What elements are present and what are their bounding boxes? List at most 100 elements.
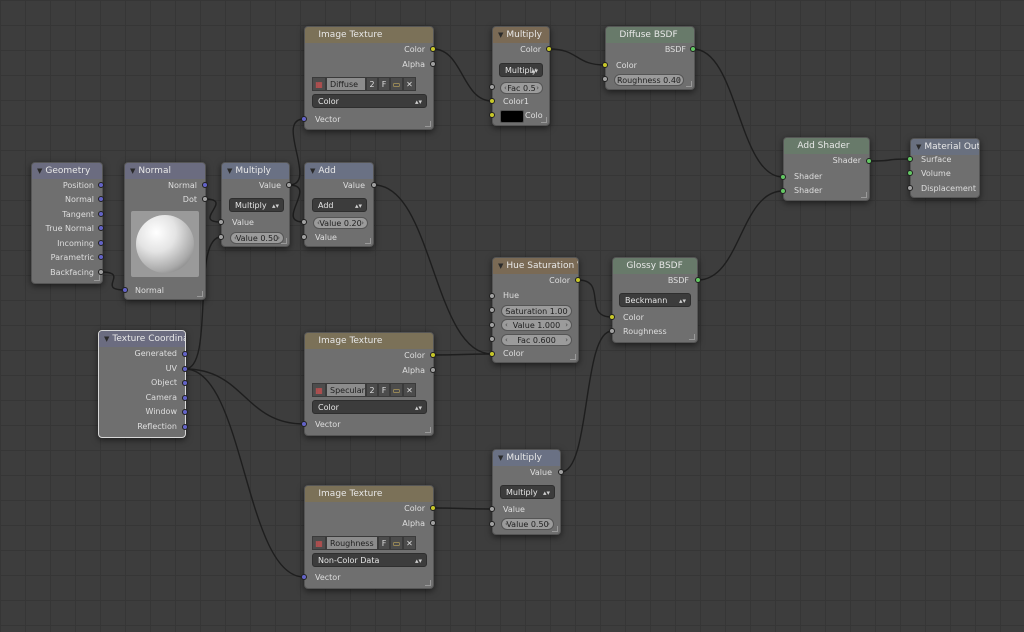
collapse-triangle-icon[interactable]: ▼ <box>310 167 315 175</box>
socket-imgs-vector[interactable] <box>301 421 307 427</box>
blend-mode-dropdown[interactable]: Multiply ▴▾ <box>499 63 543 77</box>
socket-mul1-out[interactable] <box>286 182 292 188</box>
image-users-count[interactable]: 2 <box>366 383 378 397</box>
link-add-out-to-hsv-color[interactable] <box>373 184 493 355</box>
distribution-dropdown[interactable]: Beckmann ▴▾ <box>619 293 691 307</box>
socket-mul2-out[interactable] <box>558 469 564 475</box>
node-header[interactable]: ▼Image Texture <box>305 486 433 502</box>
link-imgd-color-to-mix-color1[interactable] <box>432 48 493 102</box>
link-tc-uv-to-imgr-vector[interactable] <box>184 368 305 578</box>
link-diff-out-to-as-in1[interactable] <box>692 48 784 178</box>
image-users-count[interactable]: 2 <box>366 77 378 91</box>
roughness-field[interactable]: ‹ Roughness 0.40 › <box>614 74 684 86</box>
socket-mix-fac[interactable] <box>489 84 495 90</box>
link-gl-out-to-as-in2[interactable] <box>697 190 784 281</box>
socket-normal-out-normal[interactable] <box>202 182 208 188</box>
collapse-triangle-icon[interactable]: ▼ <box>611 31 616 39</box>
node-header[interactable]: ▼ Multiply <box>222 163 289 179</box>
decrement-arrow-icon[interactable]: ‹ <box>618 74 621 86</box>
resize-grip[interactable] <box>94 275 100 281</box>
collapse-triangle-icon[interactable]: ▼ <box>498 31 503 39</box>
node-hue-saturation-value[interactable]: ▼Hue Saturation Valu Color Hue ‹Saturati… <box>492 257 579 363</box>
folder-open-icon[interactable]: ▭ <box>390 536 403 550</box>
node-math-multiply[interactable]: ▼ Multiply Value Multiply ▴▾ Value ‹ Value … <box>221 162 290 247</box>
node-header[interactable]: ▼Material Outpu <box>911 139 979 155</box>
node-mix-multiply[interactable]: ▼ Multiply Color Multiply ▴▾ ‹ Fac 0.5 › Col… <box>492 26 550 126</box>
decrement-arrow-icon[interactable]: ‹ <box>505 518 508 530</box>
socket-tc-reflection[interactable] <box>182 424 188 430</box>
node-image-texture-roughness[interactable]: ▼Image Texture Color Alpha ▦ Roughness F… <box>304 485 434 589</box>
socket-hsv-val[interactable] <box>489 322 495 328</box>
socket-imgd-color[interactable] <box>430 46 436 52</box>
socket-imgd-alpha[interactable] <box>430 61 436 67</box>
node-header[interactable]: ▼Image Texture <box>305 27 433 43</box>
socket-imgr-color[interactable] <box>430 505 436 511</box>
socket-normal-in-normal[interactable] <box>122 287 128 293</box>
node-image-texture-diffuse[interactable]: ▼Image Texture Color Alpha ▦ Diffuse 2 F… <box>304 26 434 130</box>
socket-tc-camera[interactable] <box>182 395 188 401</box>
node-header[interactable]: ▼Texture Coordinate <box>99 331 185 347</box>
node-header[interactable]: ▼ Multiply <box>493 27 549 43</box>
fake-user-button[interactable]: F <box>378 536 390 550</box>
node-math-multiply-2[interactable]: ▼ Multiply Value Multiply ▴▾ Value ‹ Value … <box>492 449 561 535</box>
node-material-output[interactable]: ▼Material Outpu Surface Volume Displacem… <box>910 138 980 198</box>
collapse-triangle-icon[interactable]: ▼ <box>916 143 921 151</box>
socket-diff-out[interactable] <box>690 46 696 52</box>
collapse-triangle-icon[interactable]: ▼ <box>130 167 135 175</box>
socket-tc-object[interactable] <box>182 380 188 386</box>
node-header[interactable]: ▼Image Texture <box>305 333 433 349</box>
resize-grip[interactable] <box>570 354 576 360</box>
node-header[interactable]: ▼ Geometry <box>32 163 102 179</box>
resize-grip[interactable] <box>197 291 203 297</box>
collapse-triangle-icon[interactable]: ▼ <box>618 262 623 270</box>
node-header[interactable]: ▼ Add <box>305 163 373 179</box>
image-name-field[interactable]: Specular <box>326 383 366 397</box>
link-as-out-to-out-surface[interactable] <box>868 158 911 162</box>
resize-grip[interactable] <box>425 580 431 586</box>
saturation-field[interactable]: ‹ Saturation 1.00 › <box>501 305 572 317</box>
socket-geom-normal[interactable] <box>98 196 104 202</box>
sphere-ball[interactable] <box>136 215 194 273</box>
fake-user-button[interactable]: F <box>378 383 390 397</box>
resize-grip[interactable] <box>541 117 547 123</box>
node-header[interactable]: ▼ Normal <box>125 163 205 179</box>
link-mul1-out-to-imgd-vector[interactable] <box>288 118 305 186</box>
decrement-arrow-icon[interactable]: ‹ <box>505 305 508 317</box>
fac-field[interactable]: ‹ Fac 0.600 › <box>501 334 572 346</box>
socket-imgr-vector[interactable] <box>301 574 307 580</box>
decrement-arrow-icon[interactable]: ‹ <box>505 334 508 346</box>
resize-grip[interactable] <box>425 121 431 127</box>
node-header[interactable]: ▼Hue Saturation Valu <box>493 258 578 274</box>
collapse-triangle-icon[interactable]: ▼ <box>104 335 109 343</box>
value-field[interactable]: ‹ Value 1.000 › <box>501 319 572 331</box>
increment-arrow-icon[interactable]: › <box>536 82 539 94</box>
collapse-triangle-icon[interactable]: ▼ <box>227 167 232 175</box>
operation-dropdown[interactable]: Add ▴▾ <box>312 198 367 212</box>
increment-arrow-icon[interactable]: › <box>277 232 280 244</box>
collapse-triangle-icon[interactable]: ▼ <box>37 167 42 175</box>
folder-open-icon[interactable]: ▭ <box>390 77 403 91</box>
socket-mul1-in-value[interactable] <box>218 219 224 225</box>
resize-grip[interactable] <box>425 427 431 433</box>
increment-arrow-icon[interactable]: › <box>565 319 568 331</box>
socket-mul2-in[interactable] <box>489 506 495 512</box>
socket-hsv-fac[interactable] <box>489 336 495 342</box>
collapse-triangle-icon[interactable]: ▼ <box>498 454 503 462</box>
socket-gl-out[interactable] <box>695 277 701 283</box>
node-diffuse-bsdf[interactable]: ▼Diffuse BSDF BSDF Color ‹Roughness 0.40… <box>605 26 695 90</box>
normal-direction-sphere[interactable] <box>131 211 199 277</box>
collapse-triangle-icon[interactable]: ▼ <box>310 31 315 39</box>
socket-out-volume[interactable] <box>907 170 913 176</box>
socket-hsv-color[interactable] <box>489 351 495 357</box>
link-tc-uv-to-imgs-vector[interactable] <box>184 368 305 425</box>
resize-grip[interactable] <box>281 238 287 244</box>
node-header[interactable]: ▼ Multiply <box>493 450 560 466</box>
folder-open-icon[interactable]: ▭ <box>390 383 403 397</box>
node-image-texture-specular[interactable]: ▼Image Texture Color Alpha ▦ Specular 2 … <box>304 332 434 436</box>
value-field[interactable]: ‹ Value 0.50 › <box>230 232 284 244</box>
socket-mix-color2[interactable] <box>489 112 495 118</box>
increment-arrow-icon[interactable]: › <box>565 334 568 346</box>
image-browse-icon[interactable]: ▦ <box>312 77 326 91</box>
socket-geom-backfacing[interactable] <box>98 269 104 275</box>
socket-gl-rough[interactable] <box>609 328 615 334</box>
